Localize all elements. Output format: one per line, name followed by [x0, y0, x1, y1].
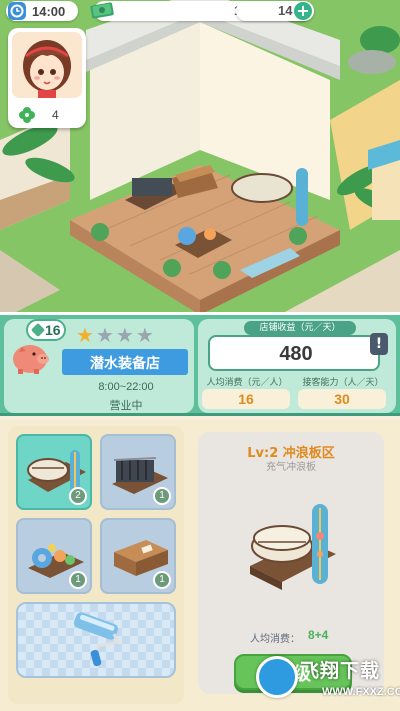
revenue-box: 480 [208, 335, 380, 371]
surfboard-rack-preview-icon [250, 504, 336, 590]
star-filled-icon: ★ [76, 323, 94, 347]
watermark-logo-icon [256, 656, 298, 698]
store-info-bar: 16 ★ ★ ★ ★ 潜水装备店 8:00~22:00 营业中 店铺收益（元／天… [0, 312, 400, 416]
per-spend-label: 人均消费： [250, 634, 300, 645]
site-watermark: 飞翔下载 WWW.FXXZ.COM [256, 654, 400, 708]
clock-icon [8, 2, 26, 20]
store-stats: 店铺收益（元／天） 480 ! 人均消费（元／人） 16 接客能力（人／天） 3… [198, 319, 396, 413]
store-level: 16 [45, 322, 61, 338]
piggy-bank-icon [13, 345, 49, 374]
facility-tile-counter[interactable]: 1 [100, 518, 176, 594]
avg-spend-label: 人均消费（元／人） [206, 378, 288, 388]
clover-count: 4 [52, 108, 59, 122]
revenue-value: 480 [279, 343, 313, 365]
facility-tile-wetsuit[interactable]: 1 [100, 434, 176, 510]
store-rating: ★ ★ ★ ★ [76, 325, 154, 345]
gem-counter: 14 + [236, 1, 314, 21]
capacity-value: 30 [298, 389, 386, 409]
avg-spend-value: 16 [202, 389, 290, 409]
girl-avatar-icon [12, 32, 82, 98]
player-avatar-card[interactable]: 4 [8, 28, 86, 128]
capacity-label: 接客能力（人／天） [302, 378, 384, 388]
revenue-label: 店铺收益（元／天） [244, 321, 356, 335]
tile-count-badge: 1 [153, 487, 171, 505]
tag-icon [30, 322, 46, 338]
info-button[interactable]: ! [370, 333, 388, 355]
store-hours: 8:00~22:00 [98, 381, 154, 393]
clover-icon [19, 107, 35, 123]
star-empty-icon: ★ [135, 323, 154, 347]
tile-count-badge: 1 [69, 571, 87, 589]
store-level-badge: 16 [26, 319, 66, 341]
per-spend-value: 8+4 [308, 628, 329, 642]
paint-roller-icon [73, 612, 121, 667]
tile-count-badge: 2 [69, 487, 87, 505]
store-summary: 16 ★ ★ ★ ★ 潜水装备店 8:00~22:00 营业中 [4, 319, 194, 413]
gem-value: 14 [278, 3, 293, 18]
add-gems-button[interactable]: + [294, 2, 312, 20]
detail-subtitle: 充气冲浪板 [266, 462, 316, 473]
watermark-url: WWW.FXXZ.COM [322, 686, 400, 698]
watermark-text: 飞翔下载 [300, 660, 381, 682]
store-name-ribbon: 潜水装备店 [62, 349, 188, 375]
time-display: 14:00 [6, 1, 78, 21]
decorate-button[interactable] [16, 602, 176, 678]
facility-grid: 2 1 1 1 [8, 426, 184, 704]
time-text: 14:00 [32, 3, 66, 19]
star-empty-icon: ★ [115, 323, 134, 347]
top-status-bar: 14:00 1816 14 + [0, 0, 400, 24]
facility-tile-floats[interactable]: 1 [16, 518, 92, 594]
avatar[interactable] [12, 32, 82, 98]
store-status: 营业中 [109, 399, 143, 412]
star-empty-icon: ★ [95, 323, 114, 347]
tile-count-badge: 1 [153, 571, 171, 589]
store-name: 潜水装备店 [90, 356, 160, 372]
cash-icon [90, 2, 114, 19]
facility-tile-surfboard[interactable]: 2 [16, 434, 92, 510]
